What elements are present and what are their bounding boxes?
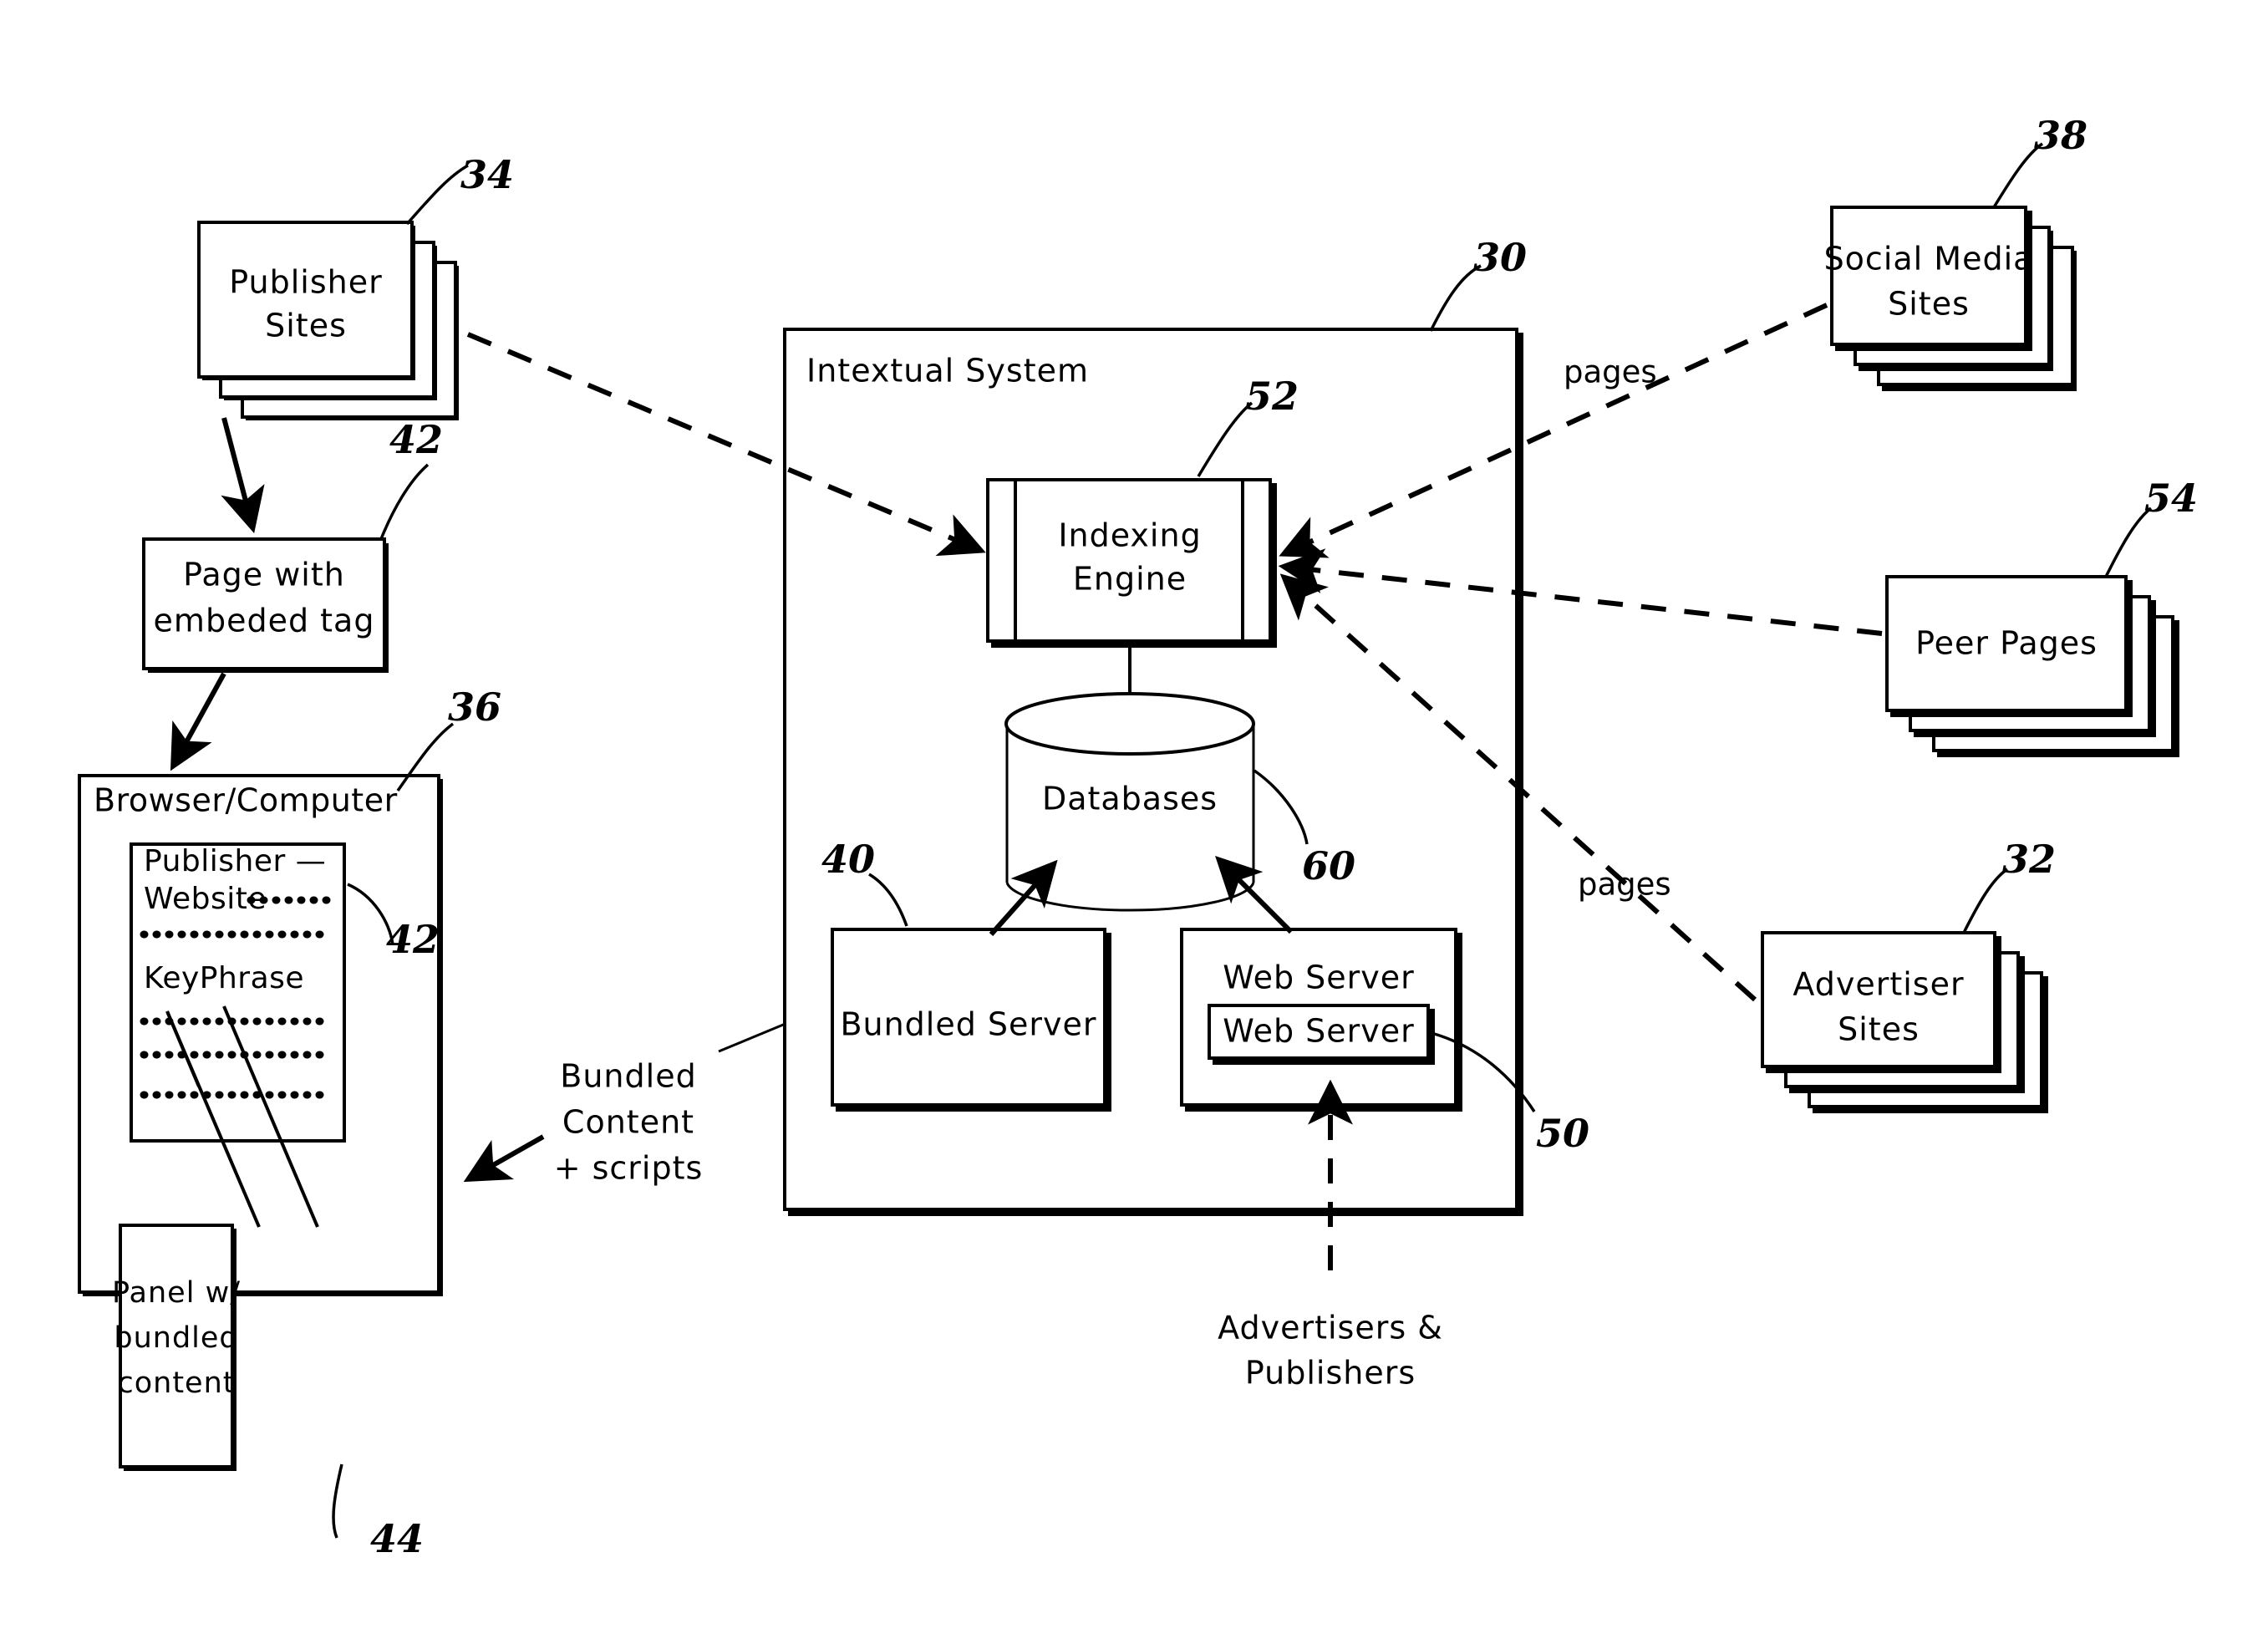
refnum-36: 36 (448, 685, 501, 730)
publisher-sites-node[interactable]: Publisher Sites 34 (197, 152, 514, 420)
publisher-sites-label-1: Publisher (229, 264, 382, 301)
diagram-canvas: Publisher Sites 34 Page with embeded tag… (78, 113, 2198, 1561)
bundled-note-line2: Content (562, 1104, 694, 1141)
web-server-outer-label: Web Server (1223, 959, 1415, 996)
refnum-52: 52 (1245, 374, 1299, 419)
peer-pages-label: Peer Pages (1915, 625, 2098, 662)
leader-32 (1962, 868, 2009, 934)
advertisers-line1: Advertisers & (1218, 1310, 1443, 1346)
social-media-label-1: Social Media (1824, 241, 2034, 277)
bundled-note-line1: Bundled (560, 1058, 696, 1095)
advertisers-line2: Publishers (1245, 1355, 1416, 1392)
advertiser-sites-label-1: Advertiser (1793, 966, 1964, 1003)
indexing-engine-label-2: Engine (1073, 561, 1187, 598)
advertisers-publishers-note: Advertisers & Publishers (1218, 1310, 1443, 1392)
patent-figure-page: Publisher Sites 34 Page with embeded tag… (0, 0, 2268, 1644)
social-media-sites-node[interactable]: Social Media Sites 38 (1824, 113, 2087, 391)
refnum-34: 34 (460, 152, 514, 197)
bundled-note-line3: + scripts (554, 1150, 704, 1187)
panel-label-2: bundled (114, 1321, 238, 1355)
refnum-32: 32 (2002, 837, 2056, 882)
page-tag-label-2: embeded tag (154, 603, 375, 639)
page-tag-label-1: Page with (183, 557, 345, 593)
databases-label: Databases (1042, 781, 1218, 817)
refnum-42-inner: 42 (386, 917, 440, 962)
databases-top-ellipse (1004, 692, 1255, 756)
refnum-50: 50 (1536, 1111, 1589, 1156)
intextual-system-label: Intextual System (806, 353, 1089, 389)
indexing-engine-label-1: Indexing (1058, 517, 1201, 554)
arrow-page-to-browser (170, 672, 226, 771)
bundled-content-note: Bundled Content + scripts (463, 1001, 837, 1187)
browser-computer-label: Browser/Computer (94, 782, 398, 819)
advertiser-sites-label-2: Sites (1838, 1011, 1920, 1048)
arrow-note-to-browser (463, 1134, 545, 1183)
refnum-42-top: 42 (389, 417, 443, 462)
panel-label-1: Panel w/ (112, 1276, 241, 1310)
leader-44 (332, 1463, 343, 1539)
arrow-publisher-to-page (221, 417, 265, 534)
refnum-44: 44 (370, 1516, 424, 1561)
publisher-sites-label-2: Sites (265, 308, 347, 344)
panel-label-3: content (117, 1367, 235, 1400)
bundled-server-label: Bundled Server (840, 1006, 1096, 1043)
peer-pages-node[interactable]: Peer Pages 54 (1885, 476, 2198, 757)
refnum-30: 30 (1473, 235, 1527, 280)
pages-label-top: pages (1564, 354, 1657, 390)
refnum-54: 54 (2144, 476, 2198, 521)
inner-page-line3: KeyPhrase (144, 961, 304, 995)
social-media-label-2: Sites (1888, 286, 1970, 323)
page-with-embeded-tag-node[interactable]: Page with embeded tag 42 (142, 417, 443, 673)
leader-42-top (379, 463, 430, 540)
web-server-inner-label: Web Server (1223, 1013, 1415, 1050)
pages-label-bottom: pages (1578, 867, 1671, 903)
inner-page-line1: Publisher — (144, 844, 326, 878)
advertiser-sites-node[interactable]: Advertiser Sites 32 (1761, 837, 2056, 1113)
browser-computer-node[interactable]: Browser/Computer Publisher — Website Key… (78, 685, 501, 1296)
leader-34 (405, 164, 469, 226)
refnum-60: 60 (1302, 843, 1355, 888)
refnum-38: 38 (2034, 113, 2087, 158)
refnum-40: 40 (821, 837, 875, 882)
